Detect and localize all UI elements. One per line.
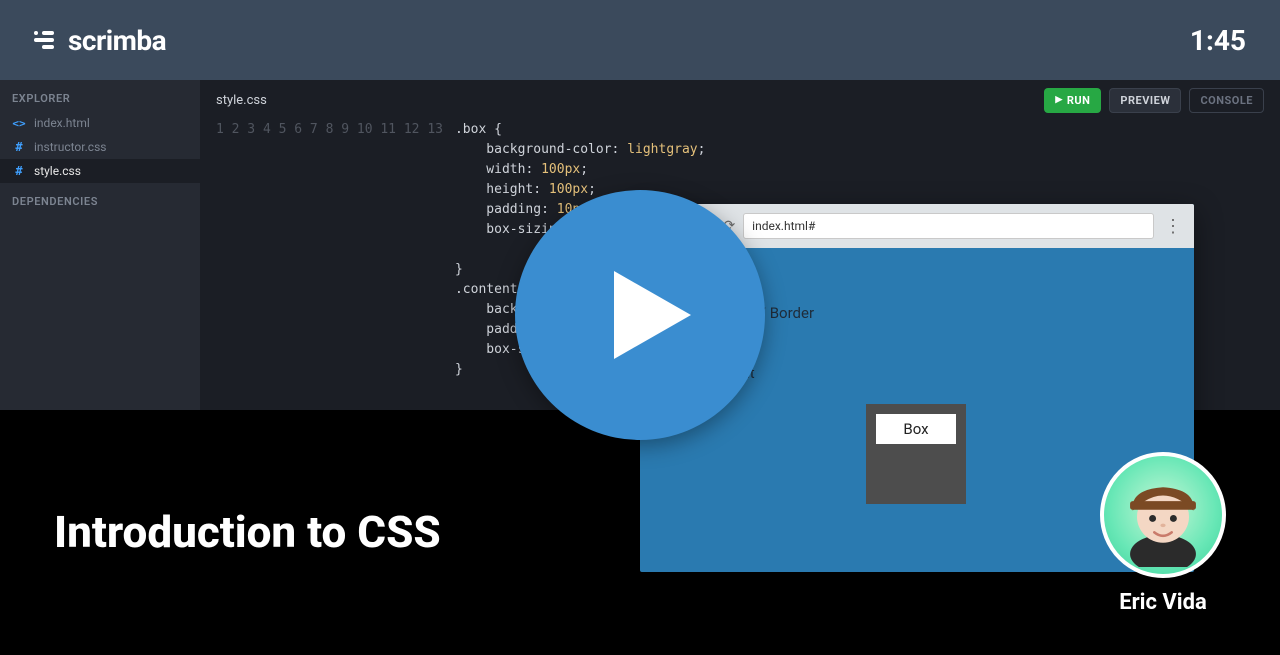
brand-name: scrimba — [68, 24, 166, 57]
header: scrimba 1:45 — [0, 0, 1280, 80]
explorer-heading: EXPLORER — [0, 80, 200, 111]
file-item[interactable]: # instructor.css — [0, 135, 200, 159]
play-button[interactable] — [515, 190, 765, 440]
css-file-icon: # — [12, 164, 26, 178]
course-title: Introduction to CSS — [54, 506, 441, 558]
instructor-card: Eric Vida — [1100, 452, 1226, 615]
current-filename: style.css — [216, 93, 267, 108]
play-icon — [592, 260, 702, 370]
file-name: style.css — [34, 164, 81, 178]
file-list: <> index.html # instructor.css # style.css — [0, 111, 200, 183]
css-file-icon: # — [12, 140, 26, 154]
preview-button[interactable]: PREVIEW — [1109, 88, 1181, 113]
file-name: instructor.css — [34, 140, 106, 154]
preview-url-bar[interactable]: index.html# — [743, 213, 1154, 239]
dependencies-heading: DEPENDENCIES — [0, 183, 200, 214]
instructor-name: Eric Vida — [1119, 590, 1207, 615]
file-item[interactable]: <> index.html — [0, 111, 200, 135]
preview-url-text: index.html# — [752, 219, 815, 233]
demo-box-content: Box — [876, 414, 956, 444]
video-timestamp: 1:45 — [1190, 24, 1246, 57]
html-file-icon: <> — [12, 117, 26, 130]
line-gutter: 1 2 3 4 5 6 7 8 9 10 11 12 13 — [216, 120, 455, 380]
file-explorer-sidebar: EXPLORER <> index.html # instructor.css # sty… — [0, 80, 200, 410]
avatar-icon — [1111, 463, 1215, 567]
instructor-avatar[interactable] — [1100, 452, 1226, 578]
file-item[interactable]: # style.css — [0, 159, 200, 183]
editor-actions: RUN PREVIEW CONSOLE — [1044, 88, 1264, 113]
editor-toolbar: style.css RUN PREVIEW CONSOLE — [200, 80, 1280, 120]
run-button[interactable]: RUN — [1044, 88, 1101, 113]
brand-logo-icon — [34, 31, 58, 49]
console-button[interactable]: CONSOLE — [1189, 88, 1264, 113]
preview-menu-icon[interactable]: ⋮ — [1162, 216, 1184, 237]
file-name: index.html — [34, 116, 90, 130]
brand[interactable]: scrimba — [34, 24, 166, 57]
demo-box: Box — [866, 404, 966, 504]
